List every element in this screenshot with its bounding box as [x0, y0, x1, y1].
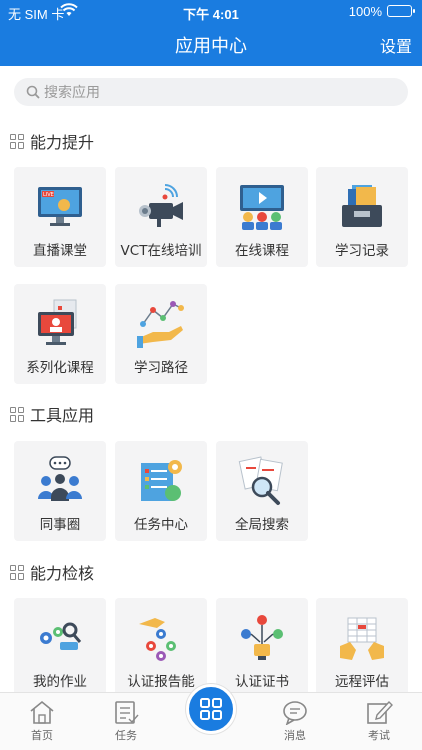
grid-icon	[10, 406, 25, 422]
battery-percent: 100%	[348, 4, 382, 19]
tab-messages[interactable]: 消息	[265, 699, 325, 743]
task-center-icon	[141, 460, 182, 501]
tab-tasks[interactable]: 任务	[96, 699, 156, 743]
app-tile-cert-report[interactable]: 认证报告能	[115, 598, 207, 698]
app-label: 远程评估	[335, 674, 389, 690]
app-tile-global-search[interactable]: 全局搜索	[216, 441, 308, 541]
cert-report-icon	[139, 618, 176, 661]
app-label: 我的作业	[33, 674, 87, 690]
colleague-circle-icon	[38, 456, 82, 501]
app-label: 全局搜索	[235, 517, 289, 533]
message-icon	[283, 701, 307, 725]
top-bar: 无 SIM 卡 下午 4:01 100% 应用中心 设置	[0, 0, 422, 66]
app-tile-online-course[interactable]: 在线课程	[216, 167, 308, 267]
app-label: 学习路径	[134, 360, 188, 376]
app-tile-learning-path[interactable]: 学习路径	[115, 284, 207, 384]
app-label: 同事圈	[39, 517, 81, 533]
app-label: VCT在线培训	[120, 243, 202, 259]
page-title: 应用中心	[175, 36, 247, 57]
section-title-ability: 能力提升	[10, 129, 94, 153]
app-label: 学习记录	[335, 243, 389, 259]
app-tile-certificate[interactable]: 认证证书	[216, 598, 308, 698]
app-center-button[interactable]	[186, 684, 236, 734]
app-label: 认证报告能	[127, 674, 195, 690]
live-class-icon: LIVE	[38, 187, 82, 226]
grid-icon	[10, 133, 25, 149]
tab-home[interactable]: 首页	[12, 699, 72, 743]
app-tile-homework[interactable]: 我的作业	[14, 598, 106, 698]
app-label: 认证证书	[235, 674, 289, 690]
svg-text:LIVE: LIVE	[43, 192, 54, 198]
app-label: 在线课程	[235, 243, 289, 259]
app-tile-series-course[interactable]: 系列化课程	[14, 284, 106, 384]
task-list-icon	[115, 701, 139, 724]
online-course-icon	[240, 185, 284, 230]
exam-edit-icon	[367, 700, 393, 724]
settings-button[interactable]: 设置	[380, 33, 412, 57]
app-tile-remote-assessment[interactable]: 远程评估	[316, 598, 408, 698]
learning-path-icon	[137, 301, 184, 348]
app-tile-study-record[interactable]: 学习记录	[316, 167, 408, 267]
remote-assessment-icon	[340, 617, 384, 660]
app-tile-live-class[interactable]: LIVE 直播课堂	[14, 167, 106, 267]
app-label: 任务中心	[134, 517, 188, 533]
grid-icon	[10, 564, 25, 580]
certificate-icon	[241, 615, 283, 660]
homework-icon	[40, 622, 82, 650]
section-title-tools: 工具应用	[10, 402, 94, 426]
status-bar: 无 SIM 卡 下午 4:01 100%	[0, 0, 422, 22]
app-grid-icon	[200, 698, 222, 720]
app-tile-colleague-circle[interactable]: 同事圈	[14, 441, 106, 541]
app-label: 系列化课程	[26, 360, 94, 376]
app-tile-task-center[interactable]: 任务中心	[115, 441, 207, 541]
series-course-icon	[38, 299, 77, 345]
app-label: 直播课堂	[33, 243, 87, 259]
video-camera-icon	[139, 184, 183, 227]
home-icon	[30, 700, 54, 724]
search-icon	[26, 85, 40, 99]
search-placeholder: 搜索应用	[44, 85, 100, 101]
section-title-assessment: 能力检核	[10, 560, 94, 584]
global-search-icon	[238, 456, 283, 505]
search-input[interactable]: 搜索应用	[14, 78, 408, 106]
study-record-icon	[342, 185, 382, 227]
battery-icon	[387, 5, 415, 17]
tab-exam[interactable]: 考试	[349, 699, 409, 743]
app-tile-vct-training[interactable]: VCT在线培训	[115, 167, 207, 267]
